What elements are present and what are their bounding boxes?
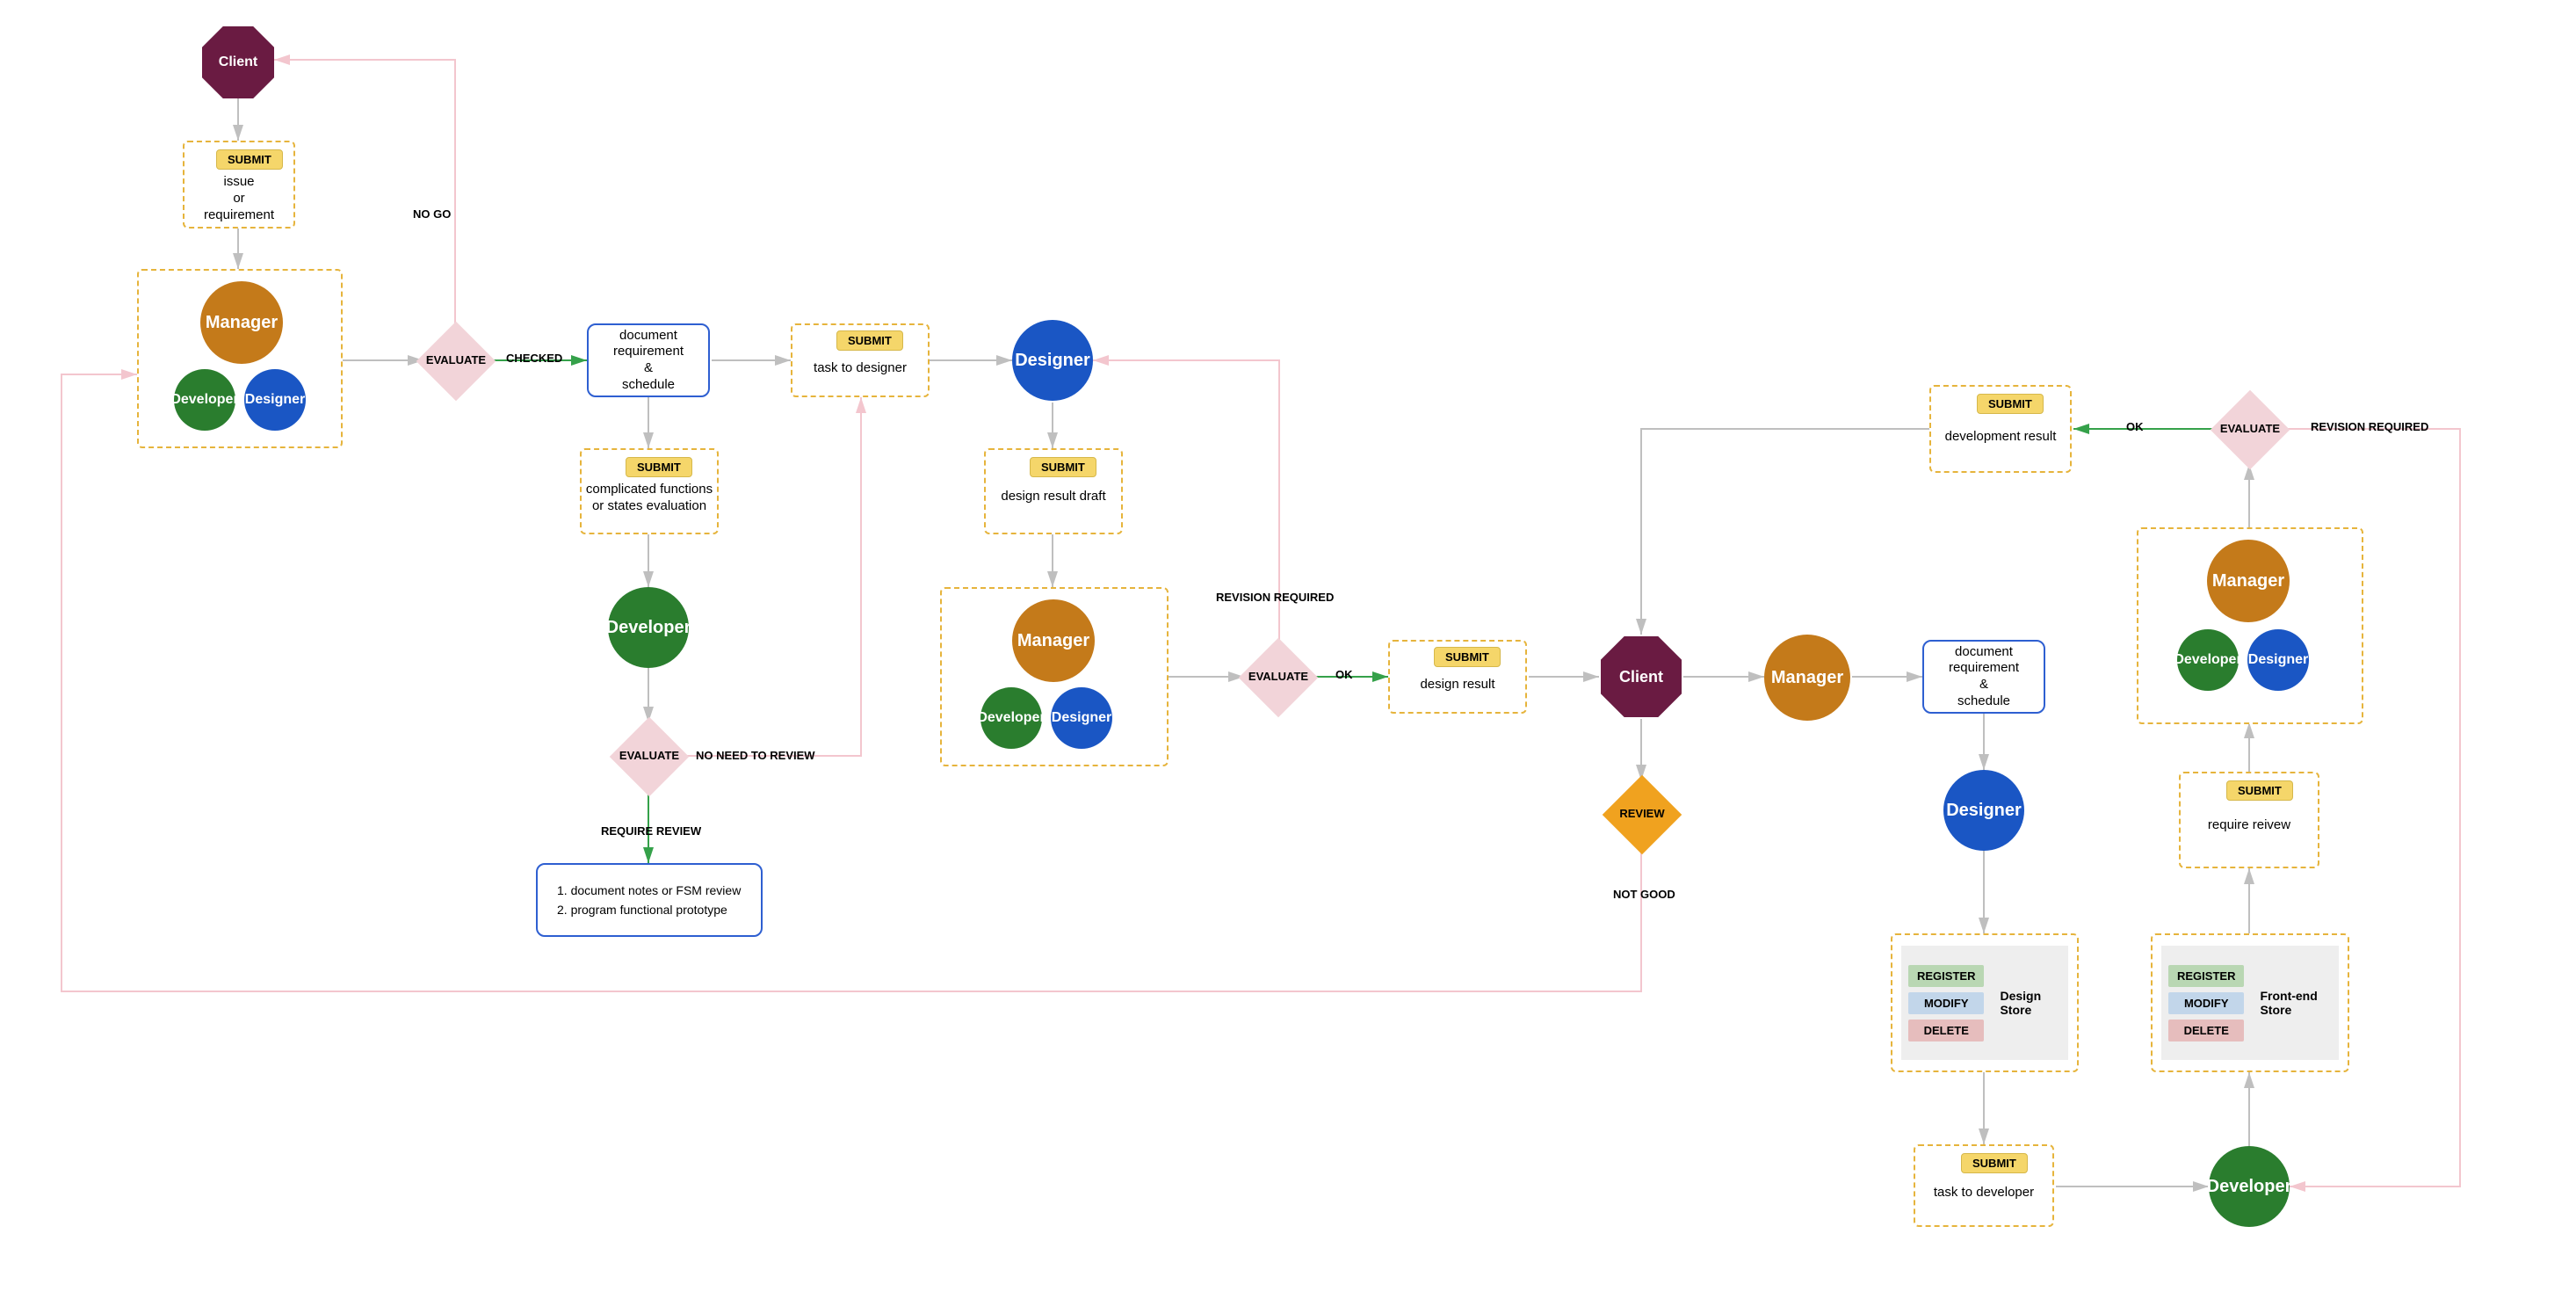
ok-label-2: OK [2126,420,2144,433]
designer-label: Designer [245,392,305,408]
developer-circle-mid: Developer [608,587,689,668]
designer-label-4: Designer [1946,801,2022,821]
submit-tag-1: SUBMIT [216,149,283,170]
task-to-designer-text: task to designer [796,360,924,377]
client-label: Client [219,54,257,70]
task-to-developer-text: task to developer [1919,1185,2049,1201]
submit-tag-6: SUBMIT [1961,1153,2028,1173]
developer-circle-3: Developer [2177,629,2239,691]
evaluate-diamond-4: EVALUATE [2211,390,2290,469]
developer-label-3: Developer [977,710,1045,726]
no-go-label: NO GO [413,207,451,221]
register-btn-1[interactable]: REGISTER [1908,965,1984,987]
no-need-review-label: NO NEED TO REVIEW [696,749,815,762]
design-store-label: Design Store [1991,989,2068,1017]
evaluate-diamond-1: EVALUATE [416,322,496,401]
developer-circle-1: Developer [174,369,235,431]
frontend-store-label: Front-end Store [2251,989,2339,1017]
developer-label-2: Developer [606,618,691,638]
doc-req-schedule-1: document requirement & schedule [587,323,710,397]
require-review-text: require reivew [2184,817,2314,834]
evaluate-label-4: EVALUATE [2211,422,2290,435]
evaluate-diamond-2: EVALUATE [610,717,689,796]
designer-circle-solo: Designer [1943,770,2024,851]
manager-label-2: Manager [1017,631,1089,651]
development-result-text: development result [1935,429,2066,446]
manager-circle-solo: Manager [1764,635,1850,721]
manager-label: Manager [206,313,278,333]
evaluate-label: EVALUATE [416,353,496,366]
developer-label-4: Developer [2207,1177,2292,1197]
submit-tag-4: SUBMIT [1030,457,1096,477]
delete-btn-1[interactable]: DELETE [1908,1020,1984,1041]
designer-label-3: Designer [1052,710,1111,726]
designer-circle-1: Designer [244,369,306,431]
review-label: REVIEW [1603,807,1682,820]
checked-label: CHECKED [506,352,562,365]
manager-label-4: Manager [2212,571,2284,591]
review-list-item-2: 2. program functional prototype [557,900,741,919]
ok-label-1: OK [1335,668,1353,681]
register-btn-2[interactable]: REGISTER [2168,965,2244,987]
review-diamond: REVIEW [1603,775,1682,854]
flowchart-canvas: Client SUBMIT issue or requirement Manag… [0,0,2576,1299]
modify-btn-1[interactable]: MODIFY [1908,992,1984,1014]
revision-required-label-2: REVISION REQUIRED [2311,420,2428,433]
design-store-inner: REGISTER MODIFY DELETE Design Store [1901,946,2068,1060]
frontend-store-inner: REGISTER MODIFY DELETE Front-end Store [2161,946,2339,1060]
evaluate-diamond-3: EVALUATE [1239,638,1318,717]
manager-label-3: Manager [1771,668,1843,688]
modify-btn-2[interactable]: MODIFY [2168,992,2244,1014]
review-list-box: 1. document notes or FSM review 2. progr… [536,863,763,937]
require-review-label: REQUIRE REVIEW [601,824,701,838]
developer-label-5: Developer [2174,652,2241,668]
issue-requirement-text: issue or requirement [190,174,288,223]
client-node-1: Client [202,26,274,98]
developer-circle-2: Developer [980,687,1042,749]
designer-circle-mid: Designer [1012,320,1093,401]
submit-tag-7: SUBMIT [2226,780,2293,801]
review-list: 1. document notes or FSM review 2. progr… [545,872,753,929]
submit-tag-8: SUBMIT [1977,394,2044,414]
designer-circle-3: Designer [2247,629,2309,691]
evaluate-label-2: EVALUATE [610,749,689,762]
submit-tag-5: SUBMIT [1434,647,1501,667]
manager-circle-2: Manager [1012,599,1095,682]
revision-required-label-1: REVISION REQUIRED [1216,591,1334,604]
designer-label-2: Designer [1015,351,1090,371]
not-good-label: NOT GOOD [1613,888,1675,901]
design-result-draft-text: design result draft [989,489,1118,505]
submit-tag-3: SUBMIT [836,330,903,351]
designer-label-5: Designer [2248,652,2308,668]
client-label-2: Client [1619,668,1663,686]
design-result-text: design result [1393,677,1522,693]
evaluate-label-3: EVALUATE [1239,670,1318,683]
delete-btn-2[interactable]: DELETE [2168,1020,2244,1041]
review-list-item-1: 1. document notes or FSM review [557,881,741,900]
developer-circle-solo: Developer [2209,1146,2290,1227]
doc-req-schedule-2: document requirement & schedule [1922,640,2045,714]
developer-label: Developer [170,392,238,408]
manager-circle-3: Manager [2207,540,2290,622]
submit-tag-2: SUBMIT [626,457,692,477]
manager-circle-1: Manager [200,281,283,364]
client-node-2: Client [1601,636,1682,717]
complicated-eval-text: complicated functions or states evaluati… [583,482,715,515]
designer-circle-2b: Designer [1051,687,1112,749]
